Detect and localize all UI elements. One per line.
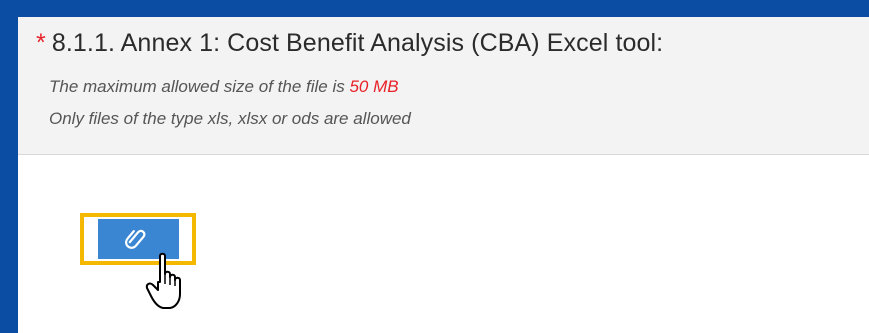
required-star: * <box>36 29 46 57</box>
field-header: * 8.1.1. Annex 1: Cost Benefit Analysis (… <box>18 17 869 155</box>
upload-area <box>18 155 869 333</box>
file-size-limit: 50 MB <box>349 77 399 96</box>
hand-pointer-icon <box>145 252 181 309</box>
field-title-text: 8.1.1. Annex 1: Cost Benefit Analysis (C… <box>51 29 664 57</box>
field-title: * 8.1.1. Annex 1: Cost Benefit Analysis (… <box>36 29 663 58</box>
form-panel: * 8.1.1. Annex 1: Cost Benefit Analysis (… <box>18 17 869 333</box>
file-size-hint-text: The maximum allowed size of the file is <box>49 77 345 96</box>
file-type-hint: Only files of the type xls, xlsx or ods … <box>49 109 411 128</box>
file-size-hint: The maximum allowed size of the file is … <box>49 77 399 97</box>
